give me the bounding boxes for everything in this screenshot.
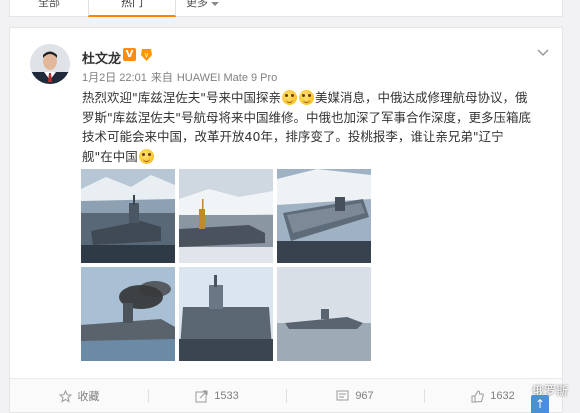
star-icon xyxy=(58,389,72,403)
smile-emoji-icon xyxy=(299,90,314,105)
share-icon xyxy=(195,390,208,402)
avatar[interactable] xyxy=(30,44,70,84)
action-bar: 收藏 1533 967 1632 xyxy=(10,378,562,412)
page: 全部 热门 更多 杜文龙 V v 1月2日 22:01 来自 HUAWEI Ma… xyxy=(0,0,580,413)
thumbs-up-icon xyxy=(471,389,484,402)
repost-button[interactable]: 1533 xyxy=(148,379,286,413)
repost-count: 1533 xyxy=(214,390,239,402)
tab-hot[interactable]: 热门 xyxy=(88,0,176,17)
tab-all[interactable]: 全部 xyxy=(38,0,60,17)
back-to-top-button[interactable]: ↑ xyxy=(531,395,549,413)
weibo-post-card: 杜文龙 V v 1月2日 22:01 来自 HUAWEI Mate 9 Pro 热烈… xyxy=(9,27,563,413)
post-text: 热烈欢迎"库兹涅佐夫"号来中国探亲 美媒消息，中俄达成修理航母协议，俄罗斯"库兹涅… xyxy=(82,88,532,166)
post-menu-chevron-icon[interactable] xyxy=(536,44,550,57)
like-count: 1632 xyxy=(490,390,515,402)
photo-2[interactable] xyxy=(179,169,273,263)
comment-button[interactable]: 967 xyxy=(286,379,424,413)
photo-1[interactable] xyxy=(81,169,175,263)
author-name[interactable]: 杜文龙 xyxy=(82,48,121,67)
tab-more-label: 更多 xyxy=(186,0,208,9)
comment-count: 967 xyxy=(355,390,374,402)
tab-more[interactable]: 更多 xyxy=(186,0,219,17)
photo-6[interactable] xyxy=(277,267,371,361)
post-time[interactable]: 1月2日 22:01 xyxy=(82,72,147,84)
smile-emoji-icon xyxy=(282,90,297,105)
svg-text:v: v xyxy=(144,51,148,59)
photo-3[interactable] xyxy=(277,169,371,263)
comment-icon xyxy=(336,390,349,400)
source-prefix: 来自 xyxy=(150,72,173,84)
verified-badge: V xyxy=(123,48,136,61)
post-source[interactable]: HUAWEI Mate 9 Pro xyxy=(177,72,277,84)
member-badge-icon: v xyxy=(139,47,154,62)
post-meta: 1月2日 22:01 来自 HUAWEI Mate 9 Pro xyxy=(82,69,281,85)
tab-bar: 全部 热门 更多 xyxy=(9,0,563,17)
photo-5[interactable] xyxy=(179,267,273,361)
post-text-part1: 热烈欢迎"库兹涅佐夫"号来中国探亲 xyxy=(82,90,281,105)
photo-4[interactable] xyxy=(81,267,175,361)
tongue-emoji-icon xyxy=(138,148,154,164)
favorite-button[interactable]: 收藏 xyxy=(10,379,148,413)
favorite-label: 收藏 xyxy=(77,391,100,403)
chevron-down-icon xyxy=(211,2,219,6)
